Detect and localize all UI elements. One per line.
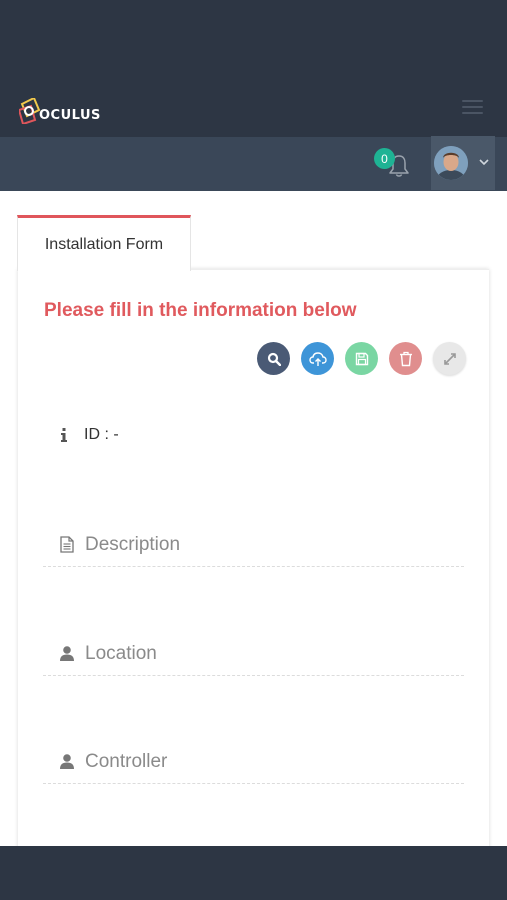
delete-button[interactable] <box>389 342 422 375</box>
form-title: Please fill in the information below <box>44 300 357 321</box>
logo-text: OCULUS <box>39 107 101 123</box>
id-row: ID : - <box>60 426 119 444</box>
description-input[interactable] <box>85 533 445 556</box>
logo-mark-icon <box>19 98 41 124</box>
search-button[interactable] <box>257 342 290 375</box>
trash-icon <box>399 351 412 366</box>
bottom-bar <box>0 846 507 900</box>
notifications-button[interactable]: 0 <box>374 146 414 182</box>
tab-label: Installation Form <box>44 235 164 253</box>
controller-field[interactable] <box>43 740 464 784</box>
description-field[interactable] <box>43 523 464 567</box>
upload-button[interactable] <box>301 342 334 375</box>
search-icon <box>267 352 281 366</box>
user-icon <box>58 646 76 661</box>
controller-input[interactable] <box>85 750 445 773</box>
expand-button[interactable] <box>433 342 466 375</box>
user-menu[interactable] <box>431 136 495 190</box>
info-icon <box>61 428 67 442</box>
document-icon <box>58 536 76 553</box>
tab-installation-form[interactable]: Installation Form <box>17 215 191 271</box>
expand-icon <box>443 352 456 365</box>
avatar <box>434 146 468 180</box>
save-icon <box>355 352 368 365</box>
oculus-logo[interactable]: OCULUS <box>19 98 101 124</box>
save-button[interactable] <box>345 342 378 375</box>
id-label: ID : - <box>84 426 119 443</box>
location-field[interactable] <box>43 632 464 676</box>
location-input[interactable] <box>85 642 445 665</box>
form-panel: Please fill in the information below ID … <box>18 269 489 869</box>
menu-toggle-icon[interactable] <box>462 100 483 114</box>
chevron-down-icon <box>479 159 489 166</box>
user-icon <box>58 754 76 769</box>
form-actions <box>257 342 466 375</box>
top-navbar: OCULUS <box>0 0 507 137</box>
cloud-upload-icon <box>308 351 327 366</box>
notification-count-badge: 0 <box>374 148 395 169</box>
